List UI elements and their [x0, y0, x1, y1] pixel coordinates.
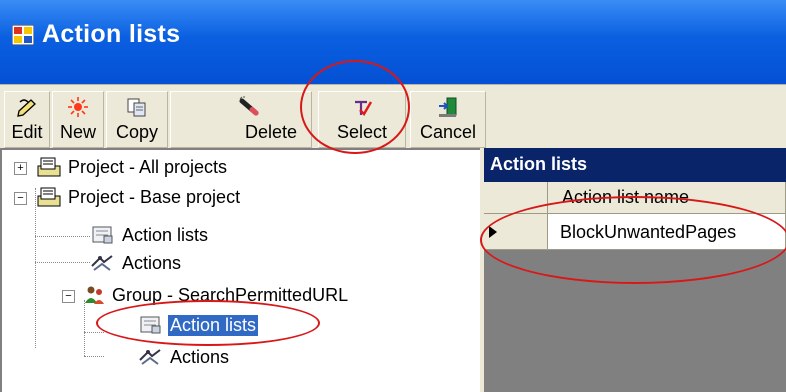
cancel-button-label: Cancel — [419, 122, 477, 142]
grid-row-selector[interactable] — [484, 214, 548, 250]
grid-column-header-label: Action list name — [562, 187, 690, 207]
cancel-button[interactable]: Cancel — [410, 91, 486, 148]
current-row-arrow-icon — [489, 226, 497, 238]
tree-expander-collapse[interactable]: − — [14, 192, 27, 205]
window-title: Action lists — [42, 20, 181, 48]
copy-button[interactable]: Copy — [106, 91, 168, 148]
edit-button[interactable]: Edit — [4, 91, 50, 148]
toolbar: Edit New Copy Delete Select Cancel — [0, 84, 786, 150]
group-people-icon — [85, 286, 104, 304]
tree-item-label: Actions — [170, 347, 230, 367]
actions-icon — [139, 349, 161, 365]
select-check-icon — [355, 100, 373, 116]
tree-item-label: Project - All projects — [68, 157, 228, 177]
delete-button[interactable]: Delete — [170, 91, 312, 148]
tree-item-base-project[interactable]: − Project - Base project — [2, 186, 472, 210]
new-button-label: New — [59, 122, 96, 142]
tree-item-group-searchpermittedurl[interactable]: − Group - SearchPermittedURL — [2, 284, 472, 308]
tree-item-label: Project - Base project — [68, 187, 241, 207]
copy-icon — [127, 98, 146, 117]
exit-door-icon — [439, 97, 457, 117]
action-list-icon — [140, 316, 161, 334]
tree-item-label-selected: Action lists — [166, 314, 260, 337]
action-list-icon — [92, 226, 113, 244]
tree-item-group-action-lists[interactable]: Action lists — [2, 314, 472, 338]
tree-expander-collapse[interactable]: − — [62, 290, 75, 303]
actions-icon — [91, 255, 113, 271]
edit-button-label: Edit — [11, 122, 43, 142]
grid-caption-text: Action lists — [490, 154, 588, 174]
tree-item-base-actions[interactable]: Actions — [2, 252, 472, 276]
grid-column-header[interactable]: Action list name — [548, 182, 786, 214]
window-title-bar: Action lists — [0, 0, 786, 84]
tree-item-label: Actions — [122, 253, 182, 273]
new-button[interactable]: New — [52, 91, 104, 148]
new-sparkle-icon — [68, 97, 88, 117]
tree-item-label: Group - SearchPermittedURL — [112, 285, 349, 305]
copy-button-label: Copy — [115, 122, 159, 142]
project-folder-icon — [37, 187, 61, 207]
project-folder-icon — [37, 157, 61, 177]
grid-caption: Action lists — [484, 148, 786, 182]
select-button[interactable]: Select — [318, 91, 406, 148]
delete-button-label: Delete — [244, 122, 298, 142]
grid-cell-text: BlockUnwantedPages — [560, 222, 737, 242]
tree-expander-expand[interactable]: + — [14, 162, 27, 175]
select-button-label: Select — [336, 122, 388, 142]
tree-item-group-actions[interactable]: Actions — [2, 346, 472, 370]
tree-item-all-projects[interactable]: + Project - All projects — [2, 156, 472, 180]
grid-cell[interactable]: BlockUnwantedPages — [548, 214, 786, 250]
project-tree[interactable]: + Project - All projects − Project - Bas… — [0, 148, 480, 392]
tree-item-base-action-lists[interactable]: Action lists — [2, 224, 472, 248]
delete-eraser-icon — [239, 96, 259, 116]
action-lists-grid: Action lists Action list name BlockUnwan… — [484, 148, 786, 392]
grid-row-header-corner — [484, 182, 548, 214]
tree-item-label: Action lists — [122, 225, 209, 245]
edit-icon — [17, 99, 36, 117]
app-window-icon — [12, 25, 34, 45]
